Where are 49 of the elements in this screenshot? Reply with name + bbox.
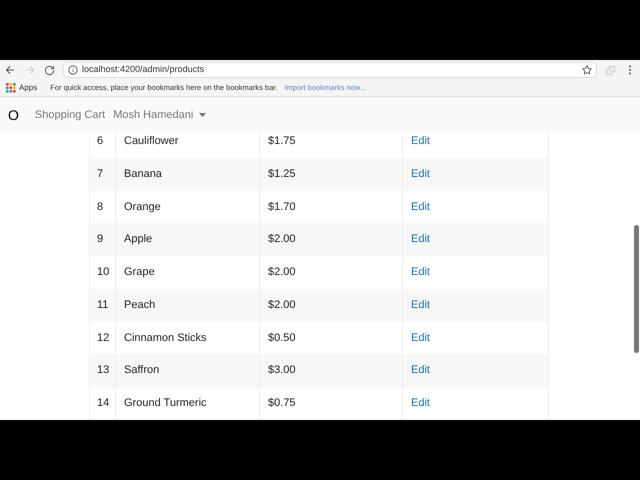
table-cell-text: 12: [97, 330, 110, 346]
edit-link[interactable]: Edit: [411, 231, 430, 248]
apps-grid-icon: [6, 83, 16, 93]
edit-link[interactable]: Edit: [411, 362, 430, 379]
url-text: localhost:4200/admin/products: [82, 63, 206, 76]
edit-link[interactable]: Edit: [411, 166, 430, 182]
edit-link[interactable]: Edit: [411, 133, 430, 150]
edit-link[interactable]: Edit: [411, 264, 430, 281]
star-icon[interactable]: [582, 65, 592, 75]
table-cell-text: $2.00: [268, 265, 296, 280]
edit-link[interactable]: Edit: [411, 330, 430, 346]
table-cell-text: $1.70: [268, 200, 296, 215]
scrollbar-thumb[interactable]: [634, 225, 639, 353]
table-cell-text: $2.00: [268, 232, 296, 248]
caret-icon: [199, 113, 206, 117]
table-cell-text: 13: [97, 363, 110, 378]
table-cell-text: 14: [97, 396, 110, 412]
table-cell-text: $2.00: [268, 298, 296, 313]
table-cell-text: Saffron: [124, 363, 160, 378]
table-cell-text: 9: [97, 232, 104, 248]
brand-logo[interactable]: O: [8, 104, 19, 126]
edit-link[interactable]: Edit: [411, 296, 430, 314]
table-cell-text: Grape: [124, 265, 155, 280]
apps-link[interactable]: Apps: [19, 82, 38, 94]
table-cell-text: 10: [97, 265, 110, 280]
table-cell-text: 8: [97, 200, 104, 215]
table-cell-text: Apple: [124, 232, 152, 248]
table-cell-text: $0.75: [268, 396, 296, 412]
back-icon[interactable]: [4, 64, 16, 76]
table-cell-text: Cauliflower: [124, 134, 178, 150]
table-cell-text: 6: [97, 134, 104, 150]
table-cell-text: $3.00: [268, 363, 296, 378]
table-cell-text: Orange: [124, 200, 161, 215]
edit-link[interactable]: Edit: [411, 198, 430, 216]
table-cell-text: $1.75: [268, 134, 296, 150]
info-icon: [68, 65, 78, 75]
edit-link[interactable]: Edit: [411, 395, 430, 412]
table-cell-text: Peach: [124, 298, 156, 313]
table-cell-text: 7: [97, 166, 104, 182]
table-cell-text: Cinnamon Sticks: [124, 330, 207, 346]
table-cell-text: 11: [97, 298, 108, 313]
user-menu[interactable]: Mosh Hamedani: [113, 106, 206, 124]
reload-icon[interactable]: [44, 64, 55, 76]
table-cell-text: Banana: [124, 166, 162, 182]
nav-link[interactable]: Shopping Cart: [34, 106, 106, 124]
table-cell-text: Ground Turmeric: [124, 396, 207, 412]
address-bar[interactable]: localhost:4200/admin/products: [63, 62, 597, 78]
table-cell-text: $1.25: [268, 166, 296, 182]
table-cell-text: $0.50: [268, 330, 296, 346]
